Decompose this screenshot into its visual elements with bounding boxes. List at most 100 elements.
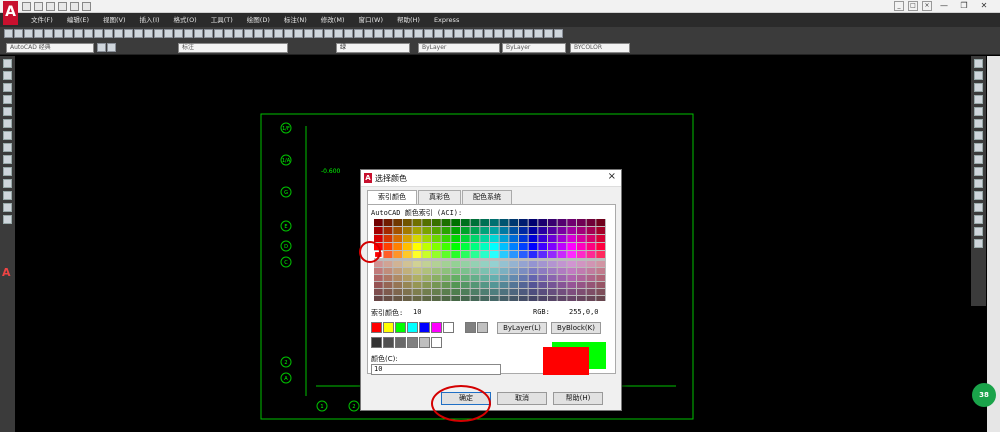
aci-swatch[interactable]: [519, 282, 528, 288]
aci-swatch[interactable]: [567, 227, 576, 234]
aci-swatch[interactable]: [586, 289, 596, 295]
tool-icon[interactable]: [394, 29, 403, 38]
tool-icon[interactable]: [284, 29, 293, 38]
aci-swatch[interactable]: [557, 282, 567, 288]
aci-swatch[interactable]: [441, 275, 451, 281]
aci-swatch[interactable]: [374, 289, 383, 295]
aci-swatch[interactable]: [432, 219, 441, 226]
tool-icon[interactable]: [164, 29, 173, 38]
aci-swatch[interactable]: [538, 261, 547, 267]
tool-icon[interactable]: [374, 29, 383, 38]
aci-swatch[interactable]: [403, 275, 412, 281]
aci-swatch[interactable]: [470, 289, 480, 295]
save-icon[interactable]: [46, 2, 55, 11]
aci-swatch[interactable]: [432, 235, 441, 242]
linetype-dropdown[interactable]: ByLayer: [418, 43, 500, 53]
tool-icon[interactable]: [514, 29, 523, 38]
aci-swatch[interactable]: [596, 296, 605, 301]
color-field[interactable]: 10: [371, 364, 501, 375]
aci-swatch[interactable]: [461, 227, 470, 234]
aci-swatch[interactable]: [432, 268, 441, 274]
tool-icon[interactable]: [334, 29, 343, 38]
aci-swatch[interactable]: [528, 243, 538, 250]
app-minimize-icon[interactable]: —: [934, 0, 954, 12]
tool-icon[interactable]: [3, 179, 12, 188]
plotstyle-dropdown[interactable]: BYCOLOR: [570, 43, 630, 53]
tool-icon[interactable]: [64, 29, 73, 38]
aci-swatch[interactable]: [451, 219, 460, 226]
tool-icon[interactable]: [974, 59, 983, 68]
tool-icon[interactable]: [3, 71, 12, 80]
tool-icon[interactable]: [534, 29, 543, 38]
aci-swatch[interactable]: [461, 282, 470, 288]
aci-swatch[interactable]: [538, 219, 547, 226]
aci-swatch[interactable]: [393, 282, 402, 288]
aci-swatch[interactable]: [519, 289, 528, 295]
close-icon[interactable]: ×: [608, 171, 616, 182]
aci-swatch[interactable]: [499, 227, 509, 234]
aci-swatch[interactable]: [432, 282, 441, 288]
close-icon[interactable]: ×: [922, 1, 932, 11]
aci-swatch[interactable]: [422, 219, 431, 226]
aci-swatch[interactable]: [451, 289, 460, 295]
aci-swatch[interactable]: [412, 219, 422, 226]
aci-swatch[interactable]: [567, 243, 576, 250]
standard-color-swatch[interactable]: [443, 322, 454, 333]
tool-icon[interactable]: [3, 59, 12, 68]
aci-swatch[interactable]: [441, 261, 451, 267]
aci-swatch[interactable]: [538, 268, 547, 274]
aci-swatch[interactable]: [557, 219, 567, 226]
aci-swatch[interactable]: [577, 268, 586, 274]
aci-swatch[interactable]: [432, 261, 441, 267]
aci-swatch[interactable]: [557, 235, 567, 242]
tool-icon[interactable]: [464, 29, 473, 38]
aci-swatch[interactable]: [412, 227, 422, 234]
tool-icon[interactable]: [224, 29, 233, 38]
gray-color-swatch[interactable]: [383, 337, 394, 348]
tool-icon[interactable]: [4, 29, 13, 38]
tool-icon[interactable]: [74, 29, 83, 38]
aci-swatch[interactable]: [403, 235, 412, 242]
menu-item[interactable]: 修改(M): [314, 13, 352, 27]
aci-swatch[interactable]: [451, 268, 460, 274]
aci-swatch[interactable]: [557, 261, 567, 267]
aci-swatch[interactable]: [519, 251, 528, 258]
aci-swatch[interactable]: [412, 261, 422, 267]
gray-color-swatch[interactable]: [395, 337, 406, 348]
tool-icon[interactable]: [3, 203, 12, 212]
aci-swatch[interactable]: [441, 282, 451, 288]
aci-swatch[interactable]: [509, 282, 518, 288]
menu-item[interactable]: 文件(F): [24, 13, 60, 27]
aci-swatch[interactable]: [557, 289, 567, 295]
byblock-button[interactable]: ByBlock(K): [551, 322, 601, 334]
aci-swatch[interactable]: [499, 243, 509, 250]
tool-icon[interactable]: [234, 29, 243, 38]
aci-swatch[interactable]: [499, 235, 509, 242]
aci-swatch[interactable]: [577, 282, 586, 288]
tool-icon[interactable]: [504, 29, 513, 38]
aci-swatch[interactable]: [441, 251, 451, 258]
aci-swatch[interactable]: [441, 296, 451, 301]
aci-swatch[interactable]: [393, 243, 402, 250]
tool-icon[interactable]: [274, 29, 283, 38]
aci-swatch[interactable]: [451, 282, 460, 288]
aci-swatch[interactable]: [528, 268, 538, 274]
aci-swatch[interactable]: [596, 282, 605, 288]
aci-swatch[interactable]: [548, 275, 557, 281]
aci-swatch[interactable]: [586, 268, 596, 274]
redo-icon[interactable]: [82, 2, 91, 11]
aci-swatch[interactable]: [374, 261, 383, 267]
aci-swatch[interactable]: [470, 296, 480, 301]
aci-swatch[interactable]: [499, 251, 509, 258]
aci-swatch[interactable]: [490, 251, 499, 258]
aci-swatch[interactable]: [557, 243, 567, 250]
aci-swatch[interactable]: [499, 275, 509, 281]
tool-icon[interactable]: [974, 131, 983, 140]
standard-color-swatch[interactable]: [395, 322, 406, 333]
aci-swatch[interactable]: [403, 289, 412, 295]
tool-icon[interactable]: [974, 191, 983, 200]
aci-swatch[interactable]: [586, 227, 596, 234]
aci-swatch[interactable]: [374, 235, 383, 242]
aci-swatch[interactable]: [383, 261, 393, 267]
tool-icon[interactable]: [3, 107, 12, 116]
